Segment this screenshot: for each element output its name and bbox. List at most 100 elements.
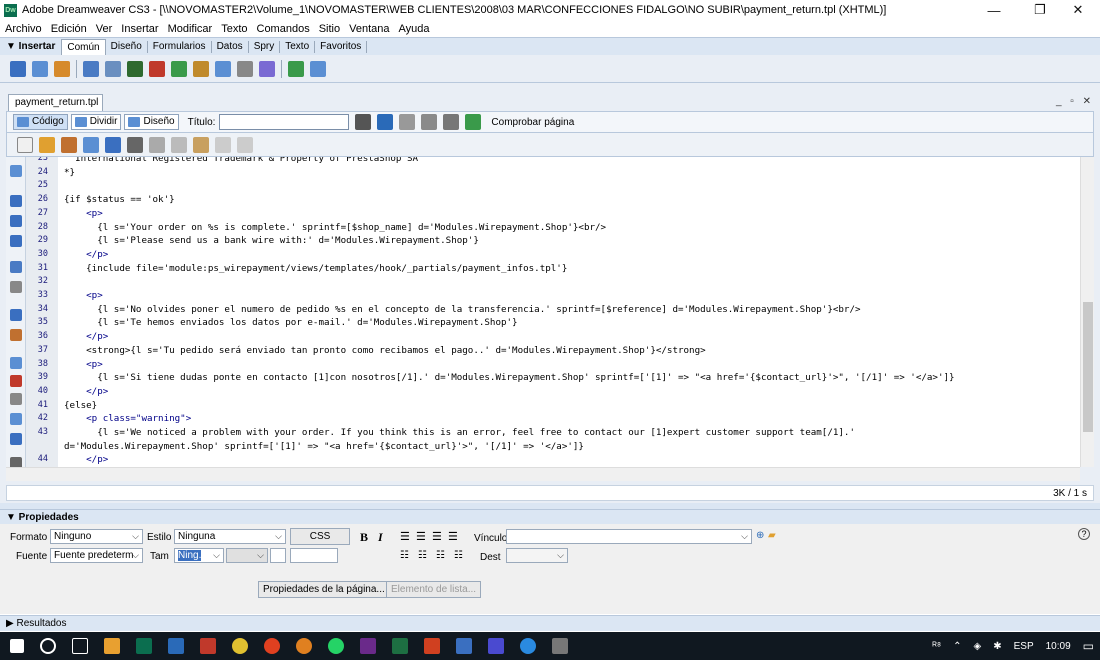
opera-icon[interactable]: [264, 638, 280, 654]
code-editor[interactable]: International Registered Trademark & Pro…: [58, 157, 1080, 467]
check-page-button[interactable]: Comprobar página: [491, 117, 574, 128]
close-button[interactable]: ✕: [1060, 0, 1096, 20]
named-anchor-icon[interactable]: [54, 60, 70, 77]
justify-icon[interactable]: ☰: [448, 530, 458, 543]
network-icon[interactable]: ◈: [974, 641, 982, 652]
typora-icon[interactable]: [360, 638, 376, 654]
unordered-list-icon[interactable]: ☷: [400, 550, 409, 561]
results-panel-header[interactable]: ▶ Resultados: [0, 615, 1100, 631]
date-icon[interactable]: [171, 60, 187, 77]
align-left-icon[interactable]: ☰: [400, 530, 410, 543]
copy-icon[interactable]: [171, 136, 187, 153]
wrap-tag-icon[interactable]: [10, 393, 22, 405]
pdf-icon[interactable]: [424, 638, 440, 654]
horizontal-scrollbar[interactable]: [6, 467, 1080, 481]
point-to-file-icon[interactable]: ⊕: [756, 530, 764, 541]
firefox-icon[interactable]: [296, 638, 312, 654]
tab-favoritos[interactable]: Favoritos: [315, 40, 368, 53]
open-documents-icon[interactable]: [10, 165, 22, 177]
code-view-button[interactable]: Código: [13, 114, 68, 130]
outdent-icon[interactable]: ☷: [436, 550, 445, 561]
redo-icon[interactable]: [237, 136, 253, 153]
search-icon[interactable]: [40, 638, 56, 654]
collapse-selection-icon[interactable]: [10, 215, 22, 227]
split-view-button[interactable]: Dividir: [70, 114, 122, 130]
properties-panel-header[interactable]: ▼ Propiedades: [0, 509, 1100, 524]
save-all-icon[interactable]: [105, 136, 121, 153]
chrome-icon[interactable]: [232, 638, 248, 654]
task-view-icon[interactable]: [72, 638, 88, 654]
cut-icon[interactable]: [149, 136, 165, 153]
windows-start-icon[interactable]: [10, 639, 24, 653]
restore-button[interactable]: ❐: [1022, 0, 1058, 20]
people-icon[interactable]: ᴿ⁸: [932, 641, 941, 652]
file-explorer-icon[interactable]: [104, 638, 120, 654]
table-icon[interactable]: [83, 60, 99, 77]
collapse-tag-icon[interactable]: [10, 195, 22, 207]
style-select[interactable]: Ninguna ⌵: [174, 529, 286, 544]
notifications-icon[interactable]: ▭: [1083, 639, 1094, 653]
insert-panel-toggle[interactable]: ▼ Insertar: [0, 41, 61, 52]
open-file-icon[interactable]: [39, 136, 55, 153]
clock[interactable]: 10:09: [1046, 641, 1071, 652]
indent-icon[interactable]: ☷: [454, 550, 463, 561]
undo-icon[interactable]: [215, 136, 231, 153]
font-select[interactable]: Fuente predeterm ⌵: [50, 548, 143, 563]
link-input[interactable]: ⌵: [506, 529, 752, 544]
excel-icon[interactable]: [392, 638, 408, 654]
templates-icon[interactable]: [288, 60, 304, 77]
store-icon[interactable]: [168, 638, 184, 654]
dreamweaver-taskbar-icon[interactable]: [136, 638, 152, 654]
scrollbar-thumb[interactable]: [1083, 302, 1093, 432]
photo-app-icon[interactable]: [488, 638, 504, 654]
help-icon[interactable]: ?: [1078, 528, 1090, 540]
media-icon[interactable]: [149, 60, 165, 77]
page-properties-button[interactable]: Propiedades de la página...: [258, 581, 390, 598]
hyperlink-icon[interactable]: [10, 60, 26, 77]
italic-button[interactable]: I: [378, 530, 383, 545]
menu-ayuda[interactable]: Ayuda: [398, 23, 429, 35]
filezilla-icon[interactable]: [200, 638, 216, 654]
head-icon[interactable]: [237, 60, 253, 77]
image-icon[interactable]: [127, 60, 143, 77]
tab-formularios[interactable]: Formularios: [148, 40, 212, 53]
menu-texto[interactable]: Texto: [221, 23, 247, 35]
menu-ver[interactable]: Ver: [96, 23, 113, 35]
ordered-list-icon[interactable]: ☷: [418, 550, 427, 561]
menu-edicion[interactable]: Edición: [51, 23, 87, 35]
save-icon[interactable]: [83, 136, 99, 153]
paste-icon[interactable]: [193, 136, 209, 153]
line-numbers-icon[interactable]: [10, 309, 22, 321]
css-button[interactable]: CSS: [290, 528, 350, 545]
expand-all-icon[interactable]: [10, 235, 22, 247]
document-window-controls[interactable]: _ ▫ ✕: [1056, 96, 1094, 107]
menu-comandos[interactable]: Comandos: [257, 23, 310, 35]
format-select[interactable]: Ninguno ⌵: [50, 529, 143, 544]
calculator-icon[interactable]: [456, 638, 472, 654]
align-right-icon[interactable]: ☰: [432, 530, 442, 543]
visual-aids-icon[interactable]: [443, 114, 460, 130]
comment-icon[interactable]: [215, 60, 231, 77]
move-css-icon[interactable]: [10, 433, 22, 445]
tag-chooser-icon[interactable]: [310, 60, 326, 77]
whatsapp-icon[interactable]: [328, 638, 344, 654]
new-file-icon[interactable]: [17, 136, 33, 153]
validate-markup-icon[interactable]: [465, 114, 482, 130]
balance-braces-icon[interactable]: [10, 281, 22, 293]
menu-ventana[interactable]: Ventana: [349, 23, 389, 35]
highlight-invalid-icon[interactable]: [10, 329, 22, 341]
tab-comun[interactable]: Común: [61, 38, 106, 55]
text-color-picker[interactable]: [270, 548, 286, 563]
title-input[interactable]: [219, 114, 350, 130]
tab-datos[interactable]: Datos: [212, 40, 249, 53]
browse-folder-icon[interactable]: ▰: [768, 530, 776, 541]
minimize-button[interactable]: —: [976, 0, 1012, 20]
view-options-icon[interactable]: [421, 114, 438, 130]
text-color-input[interactable]: [290, 548, 338, 563]
print-icon[interactable]: [127, 136, 143, 153]
email-link-icon[interactable]: [32, 60, 48, 77]
tab-spry[interactable]: Spry: [249, 40, 281, 53]
bluetooth-icon[interactable]: ✱: [993, 641, 1001, 652]
size-select[interactable]: Ning. ⌵: [174, 548, 224, 563]
align-center-icon[interactable]: ☰: [416, 530, 426, 543]
